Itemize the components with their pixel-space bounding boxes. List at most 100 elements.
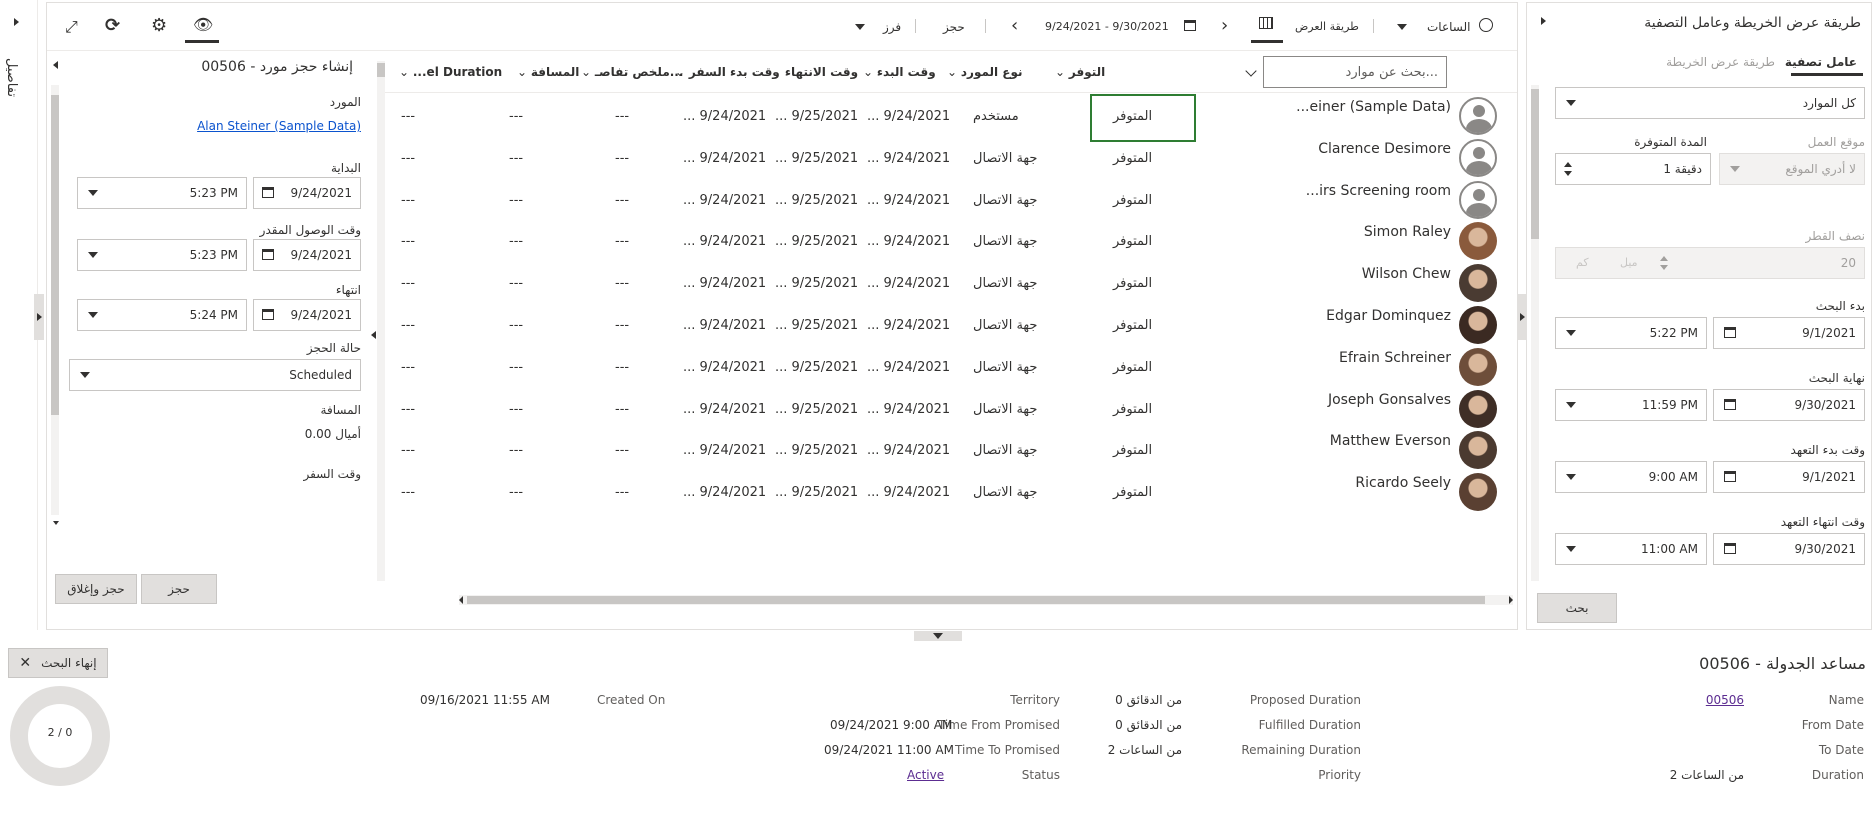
resource-search-input[interactable]: بحث عن موارد... — [1263, 56, 1447, 88]
stepper-down-icon[interactable] — [1660, 265, 1668, 270]
table-row[interactable]: ...einer (Sample Data) المتوفر مستخدم... 9… — [385, 93, 1517, 142]
grid-view-icon[interactable] — [1259, 17, 1273, 29]
search-end-date-field[interactable]: 9/30/2021 — [1713, 389, 1865, 421]
radius-unit-miles[interactable]: ميل — [1620, 256, 1638, 269]
chevron-down-icon[interactable] — [1397, 24, 1407, 30]
summary-cell: --- — [615, 359, 630, 375]
details-side-tab[interactable]: تفاصيل — [0, 0, 44, 630]
calendar-icon[interactable] — [1724, 327, 1736, 338]
column-header[interactable]: ⌄ التوفر — [1055, 65, 1105, 79]
table-row[interactable]: Clarence Desimore المتوفر جهة الاتصال ... 9… — [385, 135, 1517, 177]
vscroll-track[interactable] — [377, 61, 385, 581]
search-end-label: نهاية البحث — [1808, 371, 1865, 385]
bottom-collapse-handle[interactable] — [914, 631, 962, 641]
end-time-value: 5:24 PM — [189, 308, 238, 322]
distance-cell: --- — [509, 234, 524, 250]
chevron-right-icon[interactable] — [1541, 17, 1546, 25]
filter-scrollbar-track[interactable] — [1531, 85, 1539, 581]
refresh-icon[interactable]: ⟳ — [105, 15, 120, 36]
expand-icon[interactable]: ⤢ — [65, 17, 78, 37]
work-location-select[interactable]: لا أدري الموقع — [1719, 153, 1865, 185]
calendar-icon[interactable] — [262, 249, 274, 260]
filter-scrollbar-thumb[interactable] — [1531, 89, 1539, 239]
scrollbar-track[interactable] — [51, 85, 59, 515]
travel-start-cell: ... 9/24/2021 — [683, 443, 767, 459]
tab-filter[interactable]: عامل تصفية — [1785, 55, 1857, 69]
resources-select[interactable]: كل الموارد — [1555, 87, 1865, 119]
chevron-right-icon[interactable]: › — [1221, 15, 1228, 36]
stepper-up-icon[interactable] — [1660, 256, 1668, 261]
resource-link[interactable]: Alan Steiner (Sample Data) — [197, 119, 361, 133]
radius-unit-km[interactable]: كم — [1576, 256, 1589, 269]
calendar-icon[interactable] — [1184, 20, 1196, 31]
search-end-time-field[interactable]: 11:59 PM — [1555, 389, 1707, 421]
book-button[interactable]: حجز — [141, 574, 217, 604]
collapse-left-icon[interactable] — [53, 61, 58, 69]
end-time-cell: ... 9/25/2021 — [775, 485, 859, 501]
calendar-icon[interactable] — [262, 187, 274, 198]
end-date-field[interactable]: 9/24/2021 — [253, 299, 361, 331]
view-active-underline — [1251, 40, 1283, 43]
arrival-date-field[interactable]: 9/24/2021 — [253, 239, 361, 271]
column-header[interactable]: ⌄ وقت الانتهاء — [771, 65, 858, 79]
chevron-left-icon[interactable] — [459, 596, 463, 604]
status-select[interactable]: Scheduled — [69, 359, 361, 391]
table-row[interactable]: Joseph Gonsalves المتوفر جهة الاتصال ... 9/… — [385, 386, 1517, 428]
search-start-time-field[interactable]: 5:22 PM — [1555, 317, 1707, 349]
end-time-field[interactable]: 5:24 PM — [77, 299, 247, 331]
column-header[interactable]: ⌄ ملخص تفاصـ... — [581, 65, 683, 79]
radius-field[interactable]: 20 ميل كم — [1555, 247, 1865, 279]
column-header[interactable]: ⌄ المسافة — [517, 65, 579, 79]
book-close-button[interactable]: حجز وإغلاق — [55, 574, 137, 604]
chevron-left-icon[interactable]: ‹ — [1011, 15, 1018, 36]
panel-splitter[interactable] — [365, 51, 385, 613]
chevron-right-icon[interactable] — [1509, 596, 1513, 604]
promise-start-date-field[interactable]: 9/1/2021 — [1713, 461, 1865, 493]
chevron-down-icon[interactable] — [1245, 65, 1257, 77]
end-search-button[interactable]: ✕ إنهاء البحث — [8, 648, 108, 678]
vscroll-thumb[interactable] — [377, 63, 385, 77]
column-header[interactable]: ⌄ ...el Duration — [399, 65, 502, 79]
book-link[interactable]: حجز — [943, 20, 965, 34]
table-row[interactable]: Matthew Everson المتوفر جهة الاتصال ... 9/2… — [385, 427, 1517, 470]
calendar-icon[interactable] — [1724, 543, 1736, 554]
hscroll-thumb[interactable] — [467, 596, 1485, 604]
table-row[interactable]: Wilson Chew المتوفر جهة الاتصال ... 9/24/20… — [385, 260, 1517, 303]
calendar-icon[interactable] — [1724, 471, 1736, 482]
scrollbar-thumb[interactable] — [51, 95, 59, 415]
start-time-field[interactable]: 5:23 PM — [77, 177, 247, 209]
promise-start-time-field[interactable]: 9:00 AM — [1555, 461, 1707, 493]
search-button[interactable]: بحث — [1537, 593, 1617, 623]
available-duration-stepper[interactable]: 1 دقيقة — [1555, 153, 1711, 185]
table-row[interactable]: Efrain Schreiner المتوفر جهة الاتصال ... 9/… — [385, 344, 1517, 386]
table-row[interactable]: Edgar Dominquez المتوفر جهة الاتصال ... 9/2… — [385, 302, 1517, 344]
table-row[interactable]: Ricardo Seely المتوفر جهة الاتصال ... 9/24/… — [385, 469, 1517, 512]
calendar-icon[interactable] — [1724, 399, 1736, 410]
status-link[interactable]: Active — [907, 768, 944, 782]
promise-end-time-field[interactable]: 11:00 AM — [1555, 533, 1707, 565]
name-link[interactable]: 00506 — [1706, 693, 1744, 707]
table-row[interactable]: Simon Raley المتوفر جهة الاتصال ... 9/24/20… — [385, 218, 1517, 261]
chevron-down-icon — [88, 190, 98, 196]
sort-dropdown[interactable]: فرز — [855, 18, 915, 38]
table-row[interactable]: ...irs Screening room المتوفر جهة الاتصال.… — [385, 177, 1517, 219]
start-date-field[interactable]: 9/24/2021 — [253, 177, 361, 209]
promise-end-date-field[interactable]: 9/30/2021 — [1713, 533, 1865, 565]
column-header[interactable]: ⌄ نوع المورد — [947, 65, 1023, 79]
view-type-label[interactable]: طريقة العرض — [1295, 20, 1359, 33]
stepper-down-icon[interactable] — [1564, 171, 1572, 176]
calendar-icon[interactable] — [262, 309, 274, 320]
chevron-down-icon[interactable] — [53, 521, 59, 525]
gear-icon[interactable]: ⚙ — [151, 15, 167, 36]
stepper-up-icon[interactable] — [1564, 162, 1572, 167]
tab-map[interactable]: طريقة عرض الخريطة — [1666, 55, 1775, 69]
eye-icon[interactable]: 👁 — [193, 15, 213, 34]
hscroll-track[interactable] — [459, 595, 1513, 605]
column-header[interactable]: ⌄ وقت البدء — [863, 65, 936, 79]
hours-label[interactable]: الساعات — [1427, 20, 1470, 34]
progress-ring: 2 / 0 — [10, 686, 110, 786]
search-start-date-field[interactable]: 9/1/2021 — [1713, 317, 1865, 349]
column-header[interactable]: ⌄ وقت بدء السفر — [675, 65, 780, 79]
arrival-time-field[interactable]: 5:23 PM — [77, 239, 247, 271]
duration-label: Duration — [1811, 768, 1864, 782]
